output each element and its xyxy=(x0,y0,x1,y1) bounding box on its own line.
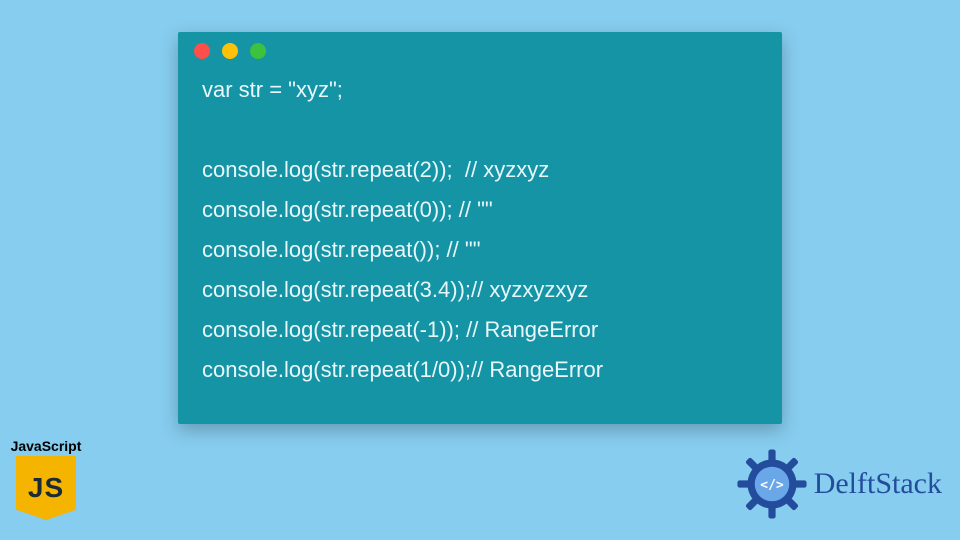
javascript-logo-text: JS xyxy=(28,472,64,504)
window-titlebar xyxy=(178,32,782,70)
code-block: var str = "xyz"; console.log(str.repeat(… xyxy=(178,70,782,410)
delftstack-logo-icon: </> xyxy=(736,448,808,520)
code-window: var str = "xyz"; console.log(str.repeat(… xyxy=(178,32,782,424)
svg-text:</>: </> xyxy=(760,478,784,493)
javascript-badge: JavaScript JS xyxy=(4,438,88,520)
javascript-label: JavaScript xyxy=(4,438,88,454)
maximize-dot-icon xyxy=(250,43,266,59)
javascript-logo-icon: JS xyxy=(16,456,76,520)
minimize-dot-icon xyxy=(222,43,238,59)
delftstack-brand-text: DelftStack xyxy=(814,467,942,501)
close-dot-icon xyxy=(194,43,210,59)
delftstack-brand: </> DelftStack xyxy=(736,448,942,520)
